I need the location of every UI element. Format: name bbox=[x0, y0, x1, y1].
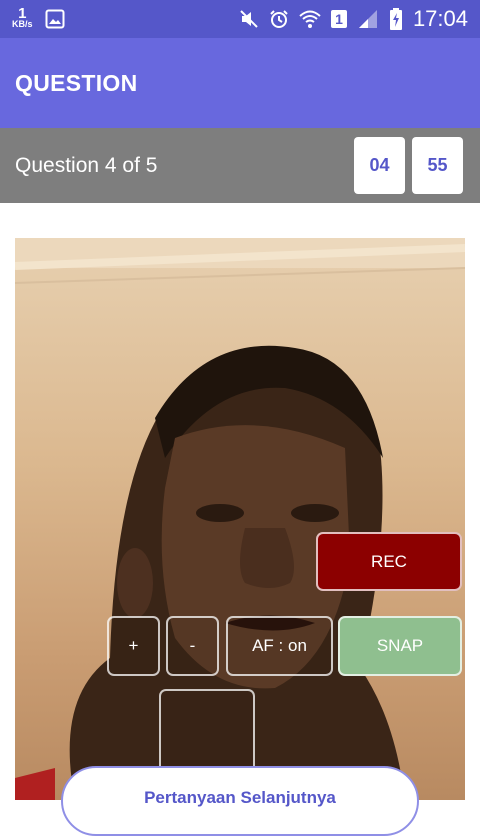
wifi-icon bbox=[299, 9, 321, 29]
question-bar: Question 4 of 5 04 55 bbox=[0, 128, 480, 203]
snap-button[interactable]: SNAP bbox=[338, 616, 462, 676]
timer-minutes: 04 bbox=[354, 137, 405, 194]
timer-seconds: 55 bbox=[412, 137, 463, 194]
status-bar: 1 KB/s 1 17:04 bbox=[0, 0, 480, 38]
zoom-out-button[interactable]: - bbox=[166, 616, 219, 676]
battery-charging-icon bbox=[389, 8, 403, 30]
image-icon bbox=[45, 9, 65, 29]
question-progress: Question 4 of 5 bbox=[15, 153, 158, 177]
app-bar: QUESTION bbox=[0, 38, 480, 128]
signal-icon bbox=[357, 9, 379, 29]
autofocus-toggle[interactable]: AF : on bbox=[226, 616, 333, 676]
next-question-label: Pertanyaan Selanjutnya bbox=[144, 788, 336, 807]
alarm-icon bbox=[269, 9, 289, 29]
rec-button[interactable]: REC bbox=[316, 532, 462, 591]
page-title: QUESTION bbox=[15, 69, 138, 96]
countdown-timer: 04 55 bbox=[354, 137, 463, 194]
network-speed-unit: KB/s bbox=[12, 19, 33, 29]
sim-badge: 1 bbox=[331, 10, 347, 28]
network-speed: 1 KB/s bbox=[12, 5, 33, 29]
clock: 17:04 bbox=[412, 6, 468, 31]
mute-icon bbox=[239, 9, 259, 29]
network-speed-value: 1 bbox=[18, 5, 27, 22]
next-question-button[interactable]: Pertanyaan Selanjutnya bbox=[61, 766, 419, 836]
zoom-in-button[interactable]: + bbox=[107, 616, 160, 676]
